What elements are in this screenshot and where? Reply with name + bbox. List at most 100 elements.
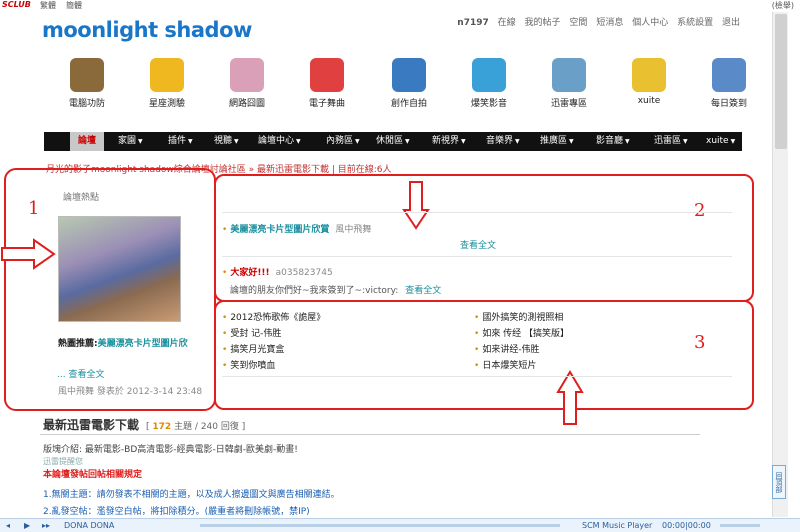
balloons-icon	[150, 58, 184, 92]
hot-read-more-link[interactable]: ... 查看全文	[57, 367, 104, 380]
box-icon	[632, 58, 666, 92]
icon-label: 爆笑影音	[470, 99, 507, 109]
icon-link[interactable]: 爆笑影音	[454, 50, 524, 109]
menu-item[interactable]: 視聽 ▼	[214, 132, 239, 151]
user-nav-my-posts[interactable]: 我的帖子	[525, 18, 561, 28]
next-icon[interactable]: ▸▸	[42, 521, 50, 530]
user-nav-logout[interactable]: 退出	[722, 18, 740, 28]
icon-link[interactable]: 電子舞曲	[292, 50, 362, 109]
hot-posted-label: 發表於	[96, 387, 124, 397]
report-link[interactable]: (檢舉)	[772, 0, 794, 11]
prev-icon[interactable]: ◂	[6, 521, 10, 530]
username[interactable]: n7197	[457, 18, 488, 28]
post-author[interactable]: a035823745	[276, 268, 333, 278]
menu-item[interactable]: 音樂界 ▼	[486, 132, 520, 151]
list-item[interactable]: • 受封 记-伟胜	[222, 326, 281, 339]
player-progress-bar[interactable]	[200, 524, 560, 527]
hot-meta: 風中飛舞 發表於 2012-3-14 23:48	[58, 384, 202, 397]
post-excerpt: 論壇的朋友你們好~我來簽到了~:victory: 查看全文	[230, 283, 441, 296]
menu-item-label: 音樂界	[486, 136, 514, 146]
icon-link[interactable]: 迅雷專區	[534, 50, 604, 109]
forum-rule-2: 2.亂發空帖：濫發空白帖，將扣除積分。(嚴重者將刪除帳號，禁IP)	[43, 507, 310, 517]
user-nav-profile[interactable]: 個人中心	[632, 18, 668, 28]
forum-notice-link[interactable]: 迅雷提醒您	[43, 456, 83, 467]
icon-link[interactable]: 網路囧圖	[212, 50, 282, 109]
list-item[interactable]: • 搞笑月光寶盒	[222, 342, 284, 355]
bullet-icon: •	[474, 329, 480, 339]
back-to-top-tab[interactable]: 回頂部	[772, 465, 786, 499]
magnifier-icon	[552, 58, 586, 92]
user-nav-settings[interactable]: 系統設置	[677, 18, 713, 28]
hot-author[interactable]: 風中飛舞	[58, 387, 94, 397]
menu-item-label: 推廣區	[540, 136, 568, 146]
icon-label: 電子舞曲	[308, 99, 345, 109]
icon-link[interactable]: xuite	[614, 50, 684, 106]
player-name: SCM Music Player	[582, 521, 653, 530]
list-item[interactable]: • 如來 传经 【搞笑版】	[474, 326, 569, 339]
menu-item-label: 插件	[168, 136, 187, 146]
read-all-link[interactable]: 查看全文	[405, 286, 441, 296]
menu-item[interactable]: 論壇	[70, 132, 105, 151]
mushroom-icon	[70, 58, 104, 92]
post-1: • 美麗漂亮卡片型圖片欣賞 風中飛舞	[222, 222, 371, 235]
featured-link[interactable]: 美麗漂亮卡片型圖片欣	[98, 339, 188, 349]
topic-count-label: 主題	[174, 422, 193, 432]
music-player: ◂ ▶ ▸▸ DONA DONA SCM Music Player 00:00|…	[0, 518, 800, 532]
chevron-down-icon: ▼	[405, 138, 410, 145]
list-item[interactable]: • 2012恐怖歌佈《詭屋》	[222, 310, 325, 323]
icon-link[interactable]: 每日簽到	[694, 50, 764, 109]
photo-icon	[230, 58, 264, 92]
menu-item[interactable]: 家園 ▼	[118, 132, 143, 151]
menu-item[interactable]: 新視界 ▼	[432, 132, 466, 151]
user-nav: n7197 在線 我的帖子 空間 短消息 個人中心 系統設置 退出	[457, 15, 740, 28]
annotation-number-2: 2	[694, 200, 706, 221]
menu-item[interactable]: 影音廳 ▼	[596, 132, 630, 151]
volume-slider[interactable]	[720, 524, 760, 527]
scrollbar-thumb[interactable]	[775, 14, 787, 149]
forum-rule-1: 1.無關主題：請勿發表不相關的主題，以及成人擦邊圖文與廣告相關連結。	[43, 490, 340, 500]
user-nav-messages[interactable]: 短消息	[596, 18, 623, 28]
post-title-link[interactable]: 大家好!!!	[230, 268, 269, 278]
bullet-icon: •	[222, 345, 228, 355]
list-item[interactable]: • 日本爆笑短片	[474, 358, 536, 371]
user-nav-online[interactable]: 在線	[498, 18, 516, 28]
forum-title[interactable]: 最新迅雷電影下載	[43, 416, 139, 433]
chevron-down-icon: ▼	[625, 138, 630, 145]
bullet-icon: •	[222, 313, 228, 323]
post-author[interactable]: 風中飛舞	[335, 225, 371, 235]
menu-item[interactable]: 論壇中心 ▼	[258, 132, 301, 151]
menu-item[interactable]: 迅雷區 ▼	[654, 132, 688, 151]
hot-topic-image[interactable]	[58, 216, 181, 322]
site-logo[interactable]: moonlight shadow	[42, 18, 252, 42]
user-nav-space[interactable]: 空間	[569, 18, 587, 28]
menu-item[interactable]: 插件 ▼	[168, 132, 193, 151]
list-item[interactable]: • 國外搞笑的測視照相	[474, 310, 563, 323]
read-all-link[interactable]: 查看全文	[460, 238, 496, 251]
main-menu: 論壇 家園 ▼ 插件 ▼ 視聽 ▼ 論壇中心 ▼ 內務區 ▼ 休閒區 ▼ 新視界 ▼ 音樂界 ▼ 推廣區 ▼ 影音廳 ▼…	[44, 132, 742, 151]
vertical-scrollbar[interactable]	[772, 12, 788, 517]
forum-rules-title: 本論壇發帖回帖相關規定	[43, 470, 143, 480]
icon-label: 迅雷專區	[550, 99, 587, 109]
menu-item-label: 迅雷區	[654, 136, 682, 146]
chevron-down-icon: ▼	[730, 138, 736, 145]
menu-item[interactable]: 內務區 ▼	[326, 132, 360, 151]
reply-count: 240 回復	[200, 422, 239, 432]
play-icon[interactable]: ▶	[24, 521, 30, 530]
menu-item[interactable]: xuite ▼	[706, 132, 735, 151]
icon-link[interactable]: 星座測驗	[132, 50, 202, 109]
post-title-link[interactable]: 美麗漂亮卡片型圖片欣賞	[230, 225, 329, 235]
post-body: 論壇的朋友你們好~我來簽到了~:victory:	[230, 286, 399, 296]
chevron-down-icon: ▼	[296, 138, 301, 145]
menu-item[interactable]: 休閒區 ▼	[376, 132, 410, 151]
icon-link[interactable]: 電腦功防	[52, 50, 122, 109]
player-time: 00:00|00:00	[662, 521, 711, 530]
divider	[222, 212, 732, 213]
menu-item[interactable]: 推廣區 ▼	[540, 132, 574, 151]
list-item[interactable]: • 笑到你噴血	[222, 358, 275, 371]
list-item[interactable]: • 如来讲经-伟胜	[474, 342, 540, 355]
icon-label: xuite	[637, 96, 661, 106]
hot-topics-title: 論壇熱點	[63, 193, 100, 203]
player-song: DONA DONA	[64, 521, 115, 530]
menu-item-label: 新視界	[432, 136, 460, 146]
icon-link[interactable]: 創作自拍	[374, 50, 444, 109]
